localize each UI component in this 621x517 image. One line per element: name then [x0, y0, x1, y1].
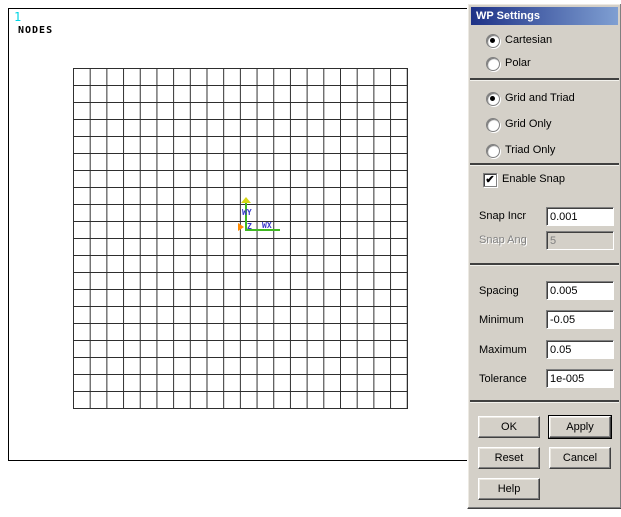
dialog-titlebar[interactable]: WP Settings	[471, 7, 618, 25]
triad-wz-label: Z	[247, 222, 252, 231]
snap-ang-field	[546, 231, 614, 250]
maximum-field[interactable]	[546, 340, 614, 359]
snap-incr-label: Snap Incr	[479, 210, 527, 222]
enable-snap-checkbox[interactable]: ✔	[483, 173, 497, 187]
help-button[interactable]: Help	[478, 478, 540, 500]
window-number: 1	[14, 10, 22, 24]
separator	[470, 263, 619, 265]
enable-snap-label: Enable Snap	[502, 173, 565, 185]
maximum-label: Maximum	[479, 344, 527, 356]
radio-triad-only[interactable]	[486, 144, 500, 158]
spacing-label: Spacing	[479, 285, 519, 297]
radio-grid-only[interactable]	[486, 118, 500, 132]
triad-origin-icon	[238, 223, 244, 231]
radio-cartesian-label: Cartesian	[505, 34, 553, 46]
separator	[470, 400, 619, 402]
minimum-label: Minimum	[479, 314, 524, 326]
triad-wx-label: WX	[262, 221, 272, 230]
radio-polar[interactable]	[486, 57, 500, 71]
triad-wy-label: WY	[242, 208, 252, 217]
snap-incr-field[interactable]	[546, 207, 614, 226]
tolerance-label: Tolerance	[479, 373, 527, 385]
radio-cartesian[interactable]	[486, 34, 500, 48]
separator	[470, 163, 619, 165]
triad-y-arrowhead-icon	[241, 197, 251, 203]
wp-settings-dialog: WP Settings Cartesian Polar Grid and Tri…	[467, 3, 621, 509]
ok-button[interactable]: OK	[478, 416, 540, 438]
radio-grid-only-label: Grid Only	[505, 118, 552, 130]
graphics-viewport: 1 NODES WY WX Z	[8, 8, 468, 461]
radio-polar-label: Polar	[505, 57, 531, 69]
radio-grid-and-triad[interactable]	[486, 92, 500, 106]
separator	[470, 78, 619, 80]
minimum-field[interactable]	[546, 310, 614, 329]
tolerance-field[interactable]	[546, 369, 614, 388]
apply-button[interactable]: Apply	[549, 416, 611, 438]
plot-annotation: NODES	[18, 25, 54, 36]
working-plane-grid[interactable]	[73, 68, 408, 409]
snap-ang-label: Snap Ang	[479, 234, 527, 246]
radio-grid-and-triad-label: Grid and Triad	[505, 92, 575, 104]
radio-triad-only-label: Triad Only	[505, 144, 556, 156]
spacing-field[interactable]	[546, 281, 614, 300]
cancel-button[interactable]: Cancel	[549, 447, 611, 469]
reset-button[interactable]: Reset	[478, 447, 540, 469]
